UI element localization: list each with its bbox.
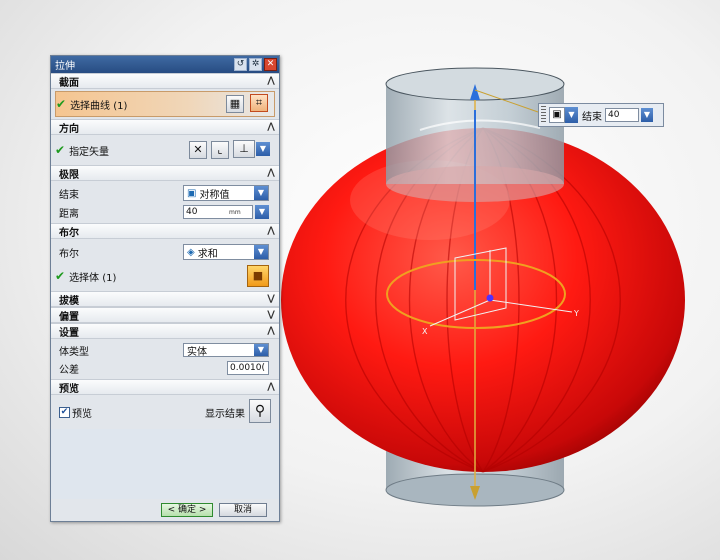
distance-spinner[interactable]: ▼: [255, 205, 269, 219]
chevron-down-icon[interactable]: ▼: [254, 344, 268, 356]
boolean-row: 布尔 ◈ 求和 ▼: [55, 241, 275, 263]
select-body-label: 选择体 (1): [69, 272, 117, 284]
select-body-cube-icon[interactable]: ■: [247, 265, 269, 287]
end-distance-handle-widget[interactable]: ▣ ▼ 结束 40 ▼: [538, 103, 664, 127]
chevron-up-icon[interactable]: ⋀: [263, 226, 279, 236]
boolean-select[interactable]: ◈ 求和 ▼: [183, 244, 269, 260]
chevron-down-icon[interactable]: ▼: [254, 186, 268, 200]
close-icon[interactable]: ✕: [264, 58, 277, 71]
end-widget-spinner[interactable]: ▼: [641, 108, 653, 122]
cube-icon: ▣: [187, 187, 197, 199]
section-header-settings[interactable]: 设置 ⋀: [51, 323, 279, 339]
check-icon: ✔: [55, 143, 66, 157]
dialog-title: 拉伸: [55, 61, 75, 72]
section-header-direction[interactable]: 方向 ⋀: [51, 119, 279, 135]
unite-icon: ◈: [187, 246, 195, 258]
dialog-footer: < 确定 > 取消: [51, 499, 279, 521]
specify-vector-row[interactable]: ✔ 指定矢量 ✕ ⌞ ⊥ ▼: [55, 137, 275, 163]
magnifier-icon[interactable]: ⚲: [249, 399, 271, 423]
drag-grip-icon[interactable]: [541, 106, 546, 124]
chevron-down-icon[interactable]: ▼: [254, 245, 268, 259]
chevron-down-icon[interactable]: ⋁: [263, 294, 279, 304]
select-body-row[interactable]: ✔ 选择体 (1) ■: [55, 263, 275, 289]
end-widget-label: 结束: [582, 111, 602, 123]
cube-icon: ▣: [549, 107, 565, 123]
show-result-label: 显示结果: [205, 409, 245, 420]
chevron-up-icon[interactable]: ⋀: [263, 382, 279, 392]
end-label: 结束: [59, 189, 79, 201]
sketch-section-icon[interactable]: ⌗: [250, 94, 268, 112]
preview-row: ✔ 预览 显示结果 ⚲: [55, 397, 275, 427]
tolerance-label: 公差: [59, 364, 79, 376]
triad-y-label: Y: [573, 309, 579, 318]
distance-unit: mm: [229, 209, 241, 216]
chevron-down-icon[interactable]: ⋁: [263, 310, 279, 320]
specify-vector-label: 指定矢量: [69, 146, 110, 158]
ok-button[interactable]: < 确定 >: [161, 503, 213, 517]
tolerance-input[interactable]: 0.0010(: [227, 361, 269, 375]
check-icon: ✔: [56, 97, 67, 111]
section-body-direction: ✔ 指定矢量 ✕ ⌞ ⊥ ▼: [51, 135, 279, 165]
dialog-titlebar[interactable]: 拉伸 ↺ ✲ ✕: [51, 56, 279, 73]
end-widget-input[interactable]: 40: [605, 108, 639, 122]
vector-triad-icon[interactable]: ⊥: [233, 140, 255, 158]
section-header-section[interactable]: 截面 ⋀: [51, 73, 279, 89]
body-type-row: 体类型 实体 ▼: [55, 341, 275, 359]
end-option-dropdown[interactable]: ▼: [565, 107, 578, 123]
distance-input[interactable]: 40: [183, 205, 253, 219]
section-header-offset[interactable]: 偏置 ⋁: [51, 307, 279, 323]
boolean-label: 布尔: [59, 248, 79, 260]
reverse-direction-icon[interactable]: ✕: [189, 141, 207, 159]
section-body-settings: 体类型 实体 ▼ 公差 0.0010(: [51, 339, 279, 379]
curve-rule-icon[interactable]: ▦: [226, 95, 244, 113]
chevron-up-icon[interactable]: ⋀: [263, 168, 279, 178]
section-header-limits[interactable]: 极限 ⋀: [51, 165, 279, 181]
section-header-draft[interactable]: 拔模 ⋁: [51, 291, 279, 307]
cancel-button[interactable]: 取消: [219, 503, 267, 517]
vector-dropdown-arrow[interactable]: ▼: [256, 142, 270, 156]
section-header-preview[interactable]: 预览 ⋀: [51, 379, 279, 395]
vector-dialog-icon[interactable]: ⌞: [211, 141, 229, 159]
chevron-up-icon[interactable]: ⋀: [263, 326, 279, 336]
section-body-preview: ✔ 预览 显示结果 ⚲: [51, 395, 279, 429]
chevron-up-icon[interactable]: ⋀: [263, 76, 279, 86]
section-body-section: ✔ 选择曲线 (1) ▦ ⌗: [51, 89, 279, 119]
body-type-select[interactable]: 实体 ▼: [183, 343, 269, 358]
select-curve-label: 选择曲线 (1): [70, 100, 128, 112]
section-body-limits: 结束 ▣ 对称值 ▼ 距离 40 mm ▼: [51, 181, 279, 223]
reset-icon[interactable]: ↺: [234, 58, 247, 71]
end-row: 结束 ▣ 对称值 ▼: [55, 183, 275, 203]
extrude-dialog: 拉伸 ↺ ✲ ✕ 截面 ⋀ ✔ 选择曲线 (1) ▦ ⌗ 方向 ⋀ ✔ 指定矢量…: [50, 55, 280, 522]
distance-label: 距离: [59, 208, 79, 220]
body-type-label: 体类型: [59, 346, 89, 358]
end-select[interactable]: ▣ 对称值 ▼: [183, 185, 269, 201]
tolerance-row: 公差 0.0010(: [55, 359, 275, 377]
distance-row: 距离 40 mm ▼: [55, 203, 275, 221]
preview-checkbox-label: 预览: [72, 408, 92, 420]
preview-checkbox[interactable]: ✔: [59, 406, 70, 418]
chevron-up-icon[interactable]: ⋀: [263, 122, 279, 132]
triad-x-label: X: [422, 327, 428, 336]
gear-icon[interactable]: ✲: [249, 58, 262, 71]
section-header-boolean[interactable]: 布尔 ⋀: [51, 223, 279, 239]
check-icon: ✔: [55, 269, 66, 283]
section-body-boolean: 布尔 ◈ 求和 ▼ ✔ 选择体 (1) ■: [51, 239, 279, 291]
select-curve-row[interactable]: ✔ 选择曲线 (1) ▦ ⌗: [55, 91, 275, 117]
